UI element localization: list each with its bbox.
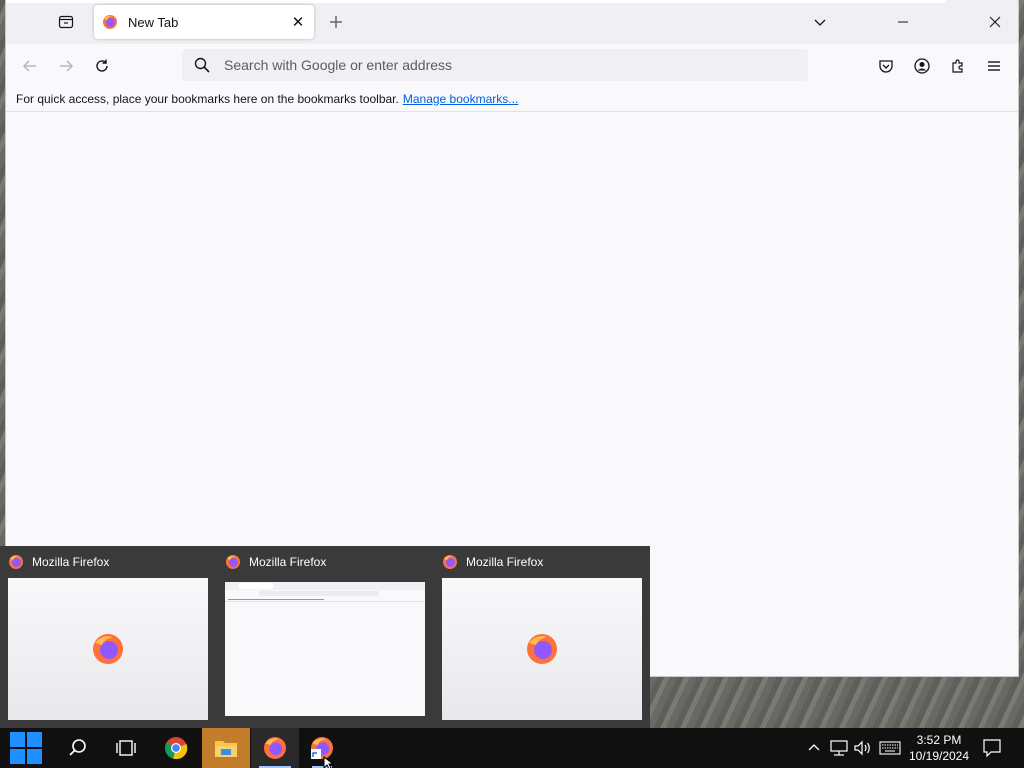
menu-button[interactable] <box>980 52 1008 80</box>
firefox-logo-icon <box>225 554 241 570</box>
manage-bookmarks-link[interactable]: Manage bookmarks... <box>403 92 518 106</box>
list-all-tabs-button[interactable] <box>808 10 832 34</box>
taskbar-file-explorer[interactable] <box>202 728 250 768</box>
mouse-cursor-icon <box>323 756 335 768</box>
preview-thumbnail-browser <box>225 582 425 716</box>
notification-icon <box>983 739 1001 757</box>
firefox-logo-icon <box>93 634 123 664</box>
account-button[interactable] <box>908 52 936 80</box>
puzzle-icon <box>952 59 963 73</box>
address-bar-placeholder: Search with Google or enter address <box>224 57 453 73</box>
clock-time: 3:52 PM <box>916 733 962 747</box>
taskbar-firefox[interactable] <box>251 728 299 768</box>
network-icon <box>830 740 848 756</box>
task-view-button[interactable] <box>102 728 150 768</box>
task-view-icon <box>116 740 136 756</box>
close-icon <box>989 16 1001 28</box>
search-button[interactable] <box>54 728 102 768</box>
tab-new-tab[interactable]: New Tab ✕ <box>94 5 314 39</box>
volume-button[interactable] <box>852 728 874 768</box>
window-preview-2[interactable]: Mozilla Firefox <box>217 546 434 728</box>
clock-date: 10/19/2024 <box>908 749 970 763</box>
pocket-icon <box>879 60 893 73</box>
firefox-view-button[interactable] <box>54 10 78 34</box>
keyboard-button[interactable] <box>878 728 902 768</box>
notifications-button[interactable] <box>980 728 1004 768</box>
pocket-button[interactable] <box>872 52 900 80</box>
bookmarks-toolbar-message: For quick access, place your bookmarks h… <box>16 91 399 106</box>
speaker-icon <box>854 740 870 756</box>
start-button[interactable] <box>2 728 50 768</box>
firefox-icon <box>264 737 286 759</box>
firefox-view-icon <box>58 15 74 29</box>
network-button[interactable] <box>828 728 850 768</box>
preview-title: Mozilla Firefox <box>466 555 544 569</box>
hamburger-menu-icon <box>988 61 1000 71</box>
keyboard-icon <box>879 741 901 755</box>
bookmarks-toolbar: For quick access, place your bookmarks h… <box>6 86 1018 112</box>
system-clock[interactable]: 3:52 PM 10/19/2024 <box>904 732 974 764</box>
chevron-down-icon <box>814 19 826 26</box>
address-bar[interactable]: Search with Google or enter address <box>182 49 808 81</box>
firefox-logo-icon <box>442 554 458 570</box>
firefox-logo-icon <box>102 14 118 30</box>
tab-title: New Tab <box>128 14 179 30</box>
reload-button[interactable] <box>88 52 116 80</box>
tab-bar: New Tab ✕ <box>6 0 1018 44</box>
window-preview-1[interactable]: Mozilla Firefox <box>0 546 217 728</box>
firefox-logo-icon <box>8 554 24 570</box>
window-preview-3[interactable]: Mozilla Firefox <box>434 546 651 728</box>
new-tab-button[interactable] <box>324 10 348 34</box>
preview-title: Mozilla Firefox <box>32 555 110 569</box>
taskbar: 3:52 PM 10/19/2024 <box>0 728 1024 768</box>
reload-icon <box>96 59 108 72</box>
close-window-button[interactable] <box>972 0 1018 44</box>
chevron-up-icon <box>808 744 820 751</box>
extensions-button[interactable] <box>944 52 972 80</box>
navigation-toolbar: Search with Google or enter address <box>6 44 1018 86</box>
preview-title: Mozilla Firefox <box>249 555 327 569</box>
taskbar-chrome[interactable] <box>152 728 200 768</box>
firefox-logo-icon <box>527 634 557 664</box>
preview-thumbnail <box>8 578 208 720</box>
show-hidden-icons-button[interactable] <box>804 728 824 768</box>
preview-thumbnail <box>442 578 642 720</box>
chrome-icon <box>165 737 188 760</box>
taskbar-firefox-shortcut[interactable] <box>298 728 346 768</box>
arrow-right-icon <box>60 60 73 72</box>
search-icon <box>194 57 210 73</box>
close-tab-icon[interactable]: ✕ <box>288 12 308 32</box>
search-icon <box>69 739 86 756</box>
back-button[interactable] <box>16 52 44 80</box>
arrow-left-icon <box>23 60 36 72</box>
plus-icon <box>330 16 342 28</box>
forward-button[interactable] <box>52 52 80 80</box>
maximize-button[interactable] <box>926 0 972 44</box>
file-explorer-icon <box>215 741 237 757</box>
minimize-button[interactable] <box>880 0 926 44</box>
account-icon <box>914 58 930 74</box>
start-icon <box>10 732 42 764</box>
minimize-icon <box>898 21 908 23</box>
taskbar-preview-panel: Mozilla Firefox Mozilla Firefox Mozilla … <box>0 546 650 728</box>
